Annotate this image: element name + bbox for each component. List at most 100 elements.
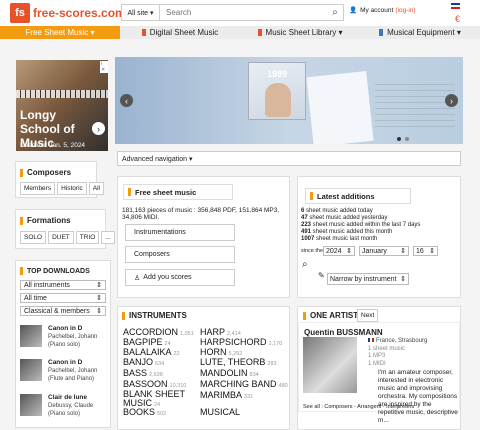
latest-line[interactable]: 1007 sheet music last month bbox=[301, 236, 377, 242]
instrument-link[interactable]: BASS 2,638 bbox=[123, 368, 163, 378]
carousel-dot[interactable] bbox=[397, 137, 401, 141]
composers-title: Composers bbox=[20, 168, 71, 177]
nav-musical-equipment[interactable]: Musical Equipment ▾ bbox=[360, 26, 480, 39]
instrument-filter-select[interactable]: All instruments ⇕ bbox=[20, 280, 106, 290]
latest-line[interactable]: 223 sheet music added within the last 7 … bbox=[301, 222, 420, 228]
download-title[interactable]: Canon in D bbox=[48, 325, 82, 332]
search-icon[interactable]: ⌕ bbox=[327, 7, 343, 18]
site-logo[interactable]: fs free-scores.com bbox=[10, 3, 126, 23]
composers-all-button[interactable]: All bbox=[88, 182, 104, 195]
nav-bullet-icon bbox=[379, 29, 384, 36]
advertisement[interactable]: i ✕ Longy School of Music › Deadline: Ja… bbox=[16, 60, 108, 151]
artist-title: ONE ARTIST bbox=[303, 311, 358, 320]
formation-duet-button[interactable]: DUET bbox=[48, 231, 74, 244]
instrument-link[interactable]: MUSICAL bbox=[200, 407, 242, 417]
latest-line[interactable]: 6 sheet music added today bbox=[301, 208, 373, 214]
composers-historic-button[interactable]: Historic bbox=[57, 182, 87, 195]
free-sheet-header[interactable]: Free sheet music bbox=[123, 184, 233, 200]
instrument-link[interactable]: ACCORDION 1,051 bbox=[123, 327, 194, 337]
chevron-right-icon[interactable]: › bbox=[445, 94, 458, 107]
free-sheet-title: Free sheet music bbox=[135, 187, 197, 197]
add-scores-button[interactable]: ♙ Add you scores bbox=[125, 269, 235, 286]
instrument-link[interactable]: HARPSICHORD 2,170 bbox=[200, 337, 282, 347]
download-item[interactable]: Clair de lune Debussy, Claude (Piano sol… bbox=[20, 394, 110, 424]
free-sheet-stats: 181,163 pieces of music : 356,848 PDF, 1… bbox=[122, 207, 279, 221]
nav-free-sheet-music[interactable]: Free Sheet Music ▾ bbox=[0, 26, 120, 39]
formations-buttons: SOLO DUET TRIO... bbox=[20, 231, 117, 244]
chevron-left-icon[interactable]: ‹ bbox=[120, 94, 133, 107]
nav-label: Music Sheet Library ▾ bbox=[265, 28, 343, 37]
year-select[interactable]: 2024 ⇕ bbox=[323, 246, 355, 256]
search-scope-select[interactable]: All site ▾ bbox=[122, 5, 160, 20]
instrument-link[interactable]: MANDOLIN 834 bbox=[200, 368, 259, 378]
language-flag-icon[interactable] bbox=[451, 3, 460, 9]
nav-label: Digital Sheet Music bbox=[149, 28, 219, 37]
instrument-link[interactable]: BASSOON 10,310 bbox=[123, 379, 186, 389]
filter-icon: ✎ bbox=[318, 271, 325, 280]
instrument-link[interactable]: HARP 2,414 bbox=[200, 327, 241, 337]
latest-text: sheet music last month bbox=[314, 236, 378, 242]
period-filter-select[interactable]: All time ⇕ bbox=[20, 293, 106, 303]
instrument-link[interactable]: BAGPIPE 24 bbox=[123, 337, 171, 347]
nav-digital-sheet-music[interactable]: Digital Sheet Music bbox=[120, 26, 240, 39]
instrument-name: BALALAIKA bbox=[123, 347, 172, 357]
download-subtitle: Debussy, Claude (Piano solo) bbox=[48, 403, 94, 417]
instrument-name: MARIMBA bbox=[200, 390, 243, 400]
ad-choices-badge[interactable]: i ✕ bbox=[100, 61, 108, 73]
nav-label: Free Sheet Music ▾ bbox=[25, 28, 95, 37]
download-item[interactable]: Canon in D Pachelbel, Johann (Flute and … bbox=[20, 359, 110, 389]
download-title[interactable]: Canon in D bbox=[48, 359, 82, 366]
updown-icon: ⇕ bbox=[96, 295, 102, 302]
latest-count: 1007 bbox=[301, 236, 315, 242]
button-label: Add you scores bbox=[143, 274, 192, 281]
featured-carousel[interactable]: 1989 ‹ › bbox=[115, 57, 463, 144]
month-select[interactable]: January ⇕ bbox=[359, 246, 409, 256]
narrow-by-instrument-select[interactable]: Narrow by instrument ⇕ bbox=[327, 273, 409, 285]
ad-piano-keys bbox=[16, 90, 108, 98]
day-select[interactable]: 16 ⇕ bbox=[413, 246, 438, 256]
instrument-link[interactable]: MARIMBA 331 bbox=[200, 390, 253, 400]
download-title[interactable]: Clair de lune bbox=[48, 394, 87, 401]
instrument-link[interactable]: LUTE, THEORB 283 bbox=[200, 357, 277, 367]
instrument-link[interactable]: MARCHING BAND 480 bbox=[200, 379, 288, 389]
next-artist-button[interactable]: Next bbox=[357, 309, 379, 322]
search-icon[interactable]: ⌕ bbox=[302, 259, 308, 270]
user-icon: 👤 bbox=[349, 7, 358, 14]
composers-button[interactable]: Composers bbox=[125, 246, 235, 263]
latest-title: Latest additions bbox=[317, 191, 375, 201]
formation-solo-button[interactable]: SOLO bbox=[20, 231, 47, 244]
currency-selector[interactable]: € bbox=[455, 14, 460, 24]
artist-bio: I'm an amateur composer, interested in e… bbox=[378, 369, 458, 424]
download-subtitle: Pachelbel, Johann (Piano solo) bbox=[48, 334, 98, 348]
instrument-name: BOOKS bbox=[123, 407, 156, 417]
chevron-right-icon[interactable]: › bbox=[92, 122, 105, 135]
instrumentations-button[interactable]: Instrumentations bbox=[125, 224, 235, 241]
carousel-dot[interactable] bbox=[405, 137, 409, 141]
latest-line[interactable]: 491 sheet music added this month bbox=[301, 229, 392, 235]
account-link[interactable]: 👤 My account (log-in) bbox=[349, 6, 416, 15]
instrument-link[interactable]: HORN 5,292 bbox=[200, 347, 242, 357]
top-downloads-title: TOP DOWNLOADS bbox=[20, 267, 90, 275]
formation-trio-button[interactable]: TRIO bbox=[75, 231, 100, 244]
artist-see-all[interactable]: See all : Composers - Arrangers - Interp… bbox=[303, 404, 414, 410]
nav-music-sheet-library[interactable]: Music Sheet Library ▾ bbox=[240, 26, 360, 39]
instrument-link[interactable]: BALALAIKA 22 bbox=[123, 347, 180, 357]
latest-text: sheet music added this month bbox=[311, 229, 393, 235]
search-input[interactable] bbox=[160, 8, 327, 17]
formation-more-button[interactable]: ... bbox=[101, 231, 115, 244]
instrument-link[interactable]: BANJO 634 bbox=[123, 357, 164, 367]
download-item[interactable]: Canon in D Pachelbel, Johann (Piano solo… bbox=[20, 325, 110, 355]
select-value: Classical & members bbox=[24, 307, 90, 315]
instrument-name: HARPSICHORD bbox=[200, 337, 267, 347]
login-link[interactable]: (log-in) bbox=[395, 7, 415, 14]
artist-photo[interactable] bbox=[303, 337, 357, 393]
select-value: 2024 bbox=[326, 247, 342, 255]
advanced-navigation-select[interactable]: Advanced navigation ▾ bbox=[117, 151, 461, 166]
artist-name[interactable]: Quentin BUSSMANN bbox=[304, 328, 383, 337]
instruments-title: INSTRUMENTS bbox=[122, 311, 187, 320]
category-filter-select[interactable]: Classical & members ⇕ bbox=[20, 306, 106, 316]
instrument-link[interactable]: BOOKS 502 bbox=[123, 407, 166, 417]
latest-line[interactable]: 47 sheet music added yesterday bbox=[301, 215, 387, 221]
section-bar-icon bbox=[303, 311, 306, 320]
composers-members-button[interactable]: Members bbox=[20, 182, 56, 195]
